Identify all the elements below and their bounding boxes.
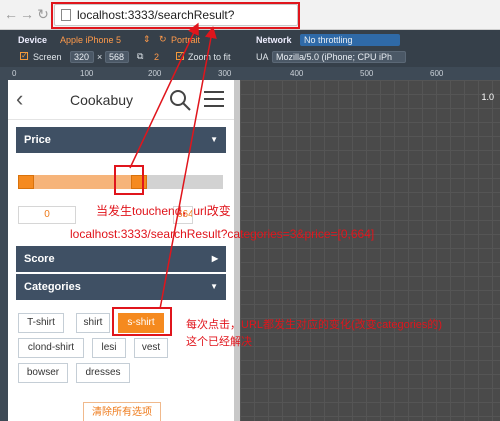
annotation-click-note: 每次点击，URL都发生对应的变化(改变categories的)	[186, 319, 443, 331]
device-select[interactable]: Apple iPhone 5	[56, 34, 152, 46]
annotation-changed-url: localhost:3333/searchResult?categories=3…	[70, 227, 375, 241]
ua-input[interactable]: Mozilla/5.0 (iPhone; CPU iPh	[272, 51, 406, 63]
orientation-button[interactable]: Portrait	[171, 35, 200, 45]
price-label: Price	[24, 134, 51, 146]
dpr-icon: ⧉	[137, 51, 144, 61]
back-chevron-icon[interactable]: ‹	[16, 88, 36, 111]
price-filter-header[interactable]: Price ▼	[16, 127, 226, 153]
ruler-tick: 0	[12, 69, 17, 78]
annotation-url-box	[51, 2, 300, 29]
category-tag[interactable]: clond-shirt	[18, 338, 84, 358]
ruler-tick: 500	[360, 69, 374, 78]
price-min-input[interactable]: 0	[18, 206, 76, 224]
annotation-tag-box	[112, 307, 172, 336]
category-tag[interactable]: lesi	[92, 338, 126, 358]
ruler-tick: 600	[430, 69, 444, 78]
category-tag[interactable]: bowser	[18, 363, 68, 383]
annotation-handle-box	[114, 165, 144, 195]
screen-times-sign: ×	[97, 52, 103, 62]
network-select[interactable]: No throttling	[300, 34, 400, 46]
annotation-resolved-note: 这个已经解决	[186, 336, 252, 348]
dpr-input[interactable]: 2	[154, 52, 159, 62]
rotate-icon[interactable]: ↻	[159, 34, 167, 45]
horizontal-ruler: 0 100 200 300 400 500 600	[0, 67, 500, 80]
ua-label: UA	[256, 52, 269, 62]
chevron-down-icon: ▼	[210, 282, 218, 291]
app-header: ‹ Cookabuy	[8, 80, 234, 120]
ruler-tick: 100	[80, 69, 94, 78]
back-arrow-icon[interactable]: ←	[4, 7, 18, 21]
category-tag[interactable]: dresses	[76, 363, 130, 383]
app-title: Cookabuy	[70, 92, 134, 108]
ruler-tick: 400	[290, 69, 304, 78]
categories-filter-header[interactable]: Categories ▼	[16, 274, 226, 300]
device-canvas: 1.0	[240, 80, 500, 421]
category-tag[interactable]: shirt	[76, 313, 110, 333]
categories-label: Categories	[24, 281, 81, 293]
category-tag[interactable]: T-shirt	[18, 313, 64, 333]
chevron-right-icon: ▶	[211, 254, 218, 263]
zoom-label: Zoom to fit	[188, 52, 231, 62]
device-toolbar: Device Apple iPhone 5 ⇕ ↻ Portrait ✓ Scr…	[0, 30, 500, 67]
clear-all-button[interactable]: 清除所有选项	[83, 402, 161, 421]
ruler-tick: 200	[148, 69, 162, 78]
reload-icon[interactable]: ↻	[36, 7, 50, 21]
vertical-ruler	[0, 80, 8, 421]
chevron-down-icon: ▼	[210, 135, 218, 144]
network-label: Network	[256, 35, 292, 45]
screen-width-input[interactable]: 320	[70, 51, 94, 63]
forward-arrow-icon[interactable]: →	[20, 7, 34, 21]
zoom-checkbox[interactable]: ✓	[176, 52, 184, 60]
annotation-touchend-note: 当发生touchend，url改变	[96, 204, 231, 218]
search-icon[interactable]	[168, 88, 192, 112]
zoom-level: 1.0	[481, 92, 494, 102]
screen-height-input[interactable]: 568	[105, 51, 129, 63]
device-select-chevron-icon: ⇕	[143, 34, 151, 44]
mobile-viewport: ‹ Cookabuy Price ▼ 0 664 Score ▶ Categor…	[8, 80, 234, 421]
device-label: Device	[18, 35, 48, 45]
hamburger-menu-icon[interactable]	[204, 91, 224, 109]
score-filter-header[interactable]: Score ▶	[16, 246, 226, 272]
screen-checkbox[interactable]: ✓	[20, 52, 28, 60]
price-slider-min-handle[interactable]	[18, 175, 34, 189]
category-tag[interactable]: vest	[134, 338, 168, 358]
screen-label: Screen	[33, 52, 62, 62]
score-label: Score	[24, 253, 55, 265]
ruler-tick: 300	[218, 69, 232, 78]
